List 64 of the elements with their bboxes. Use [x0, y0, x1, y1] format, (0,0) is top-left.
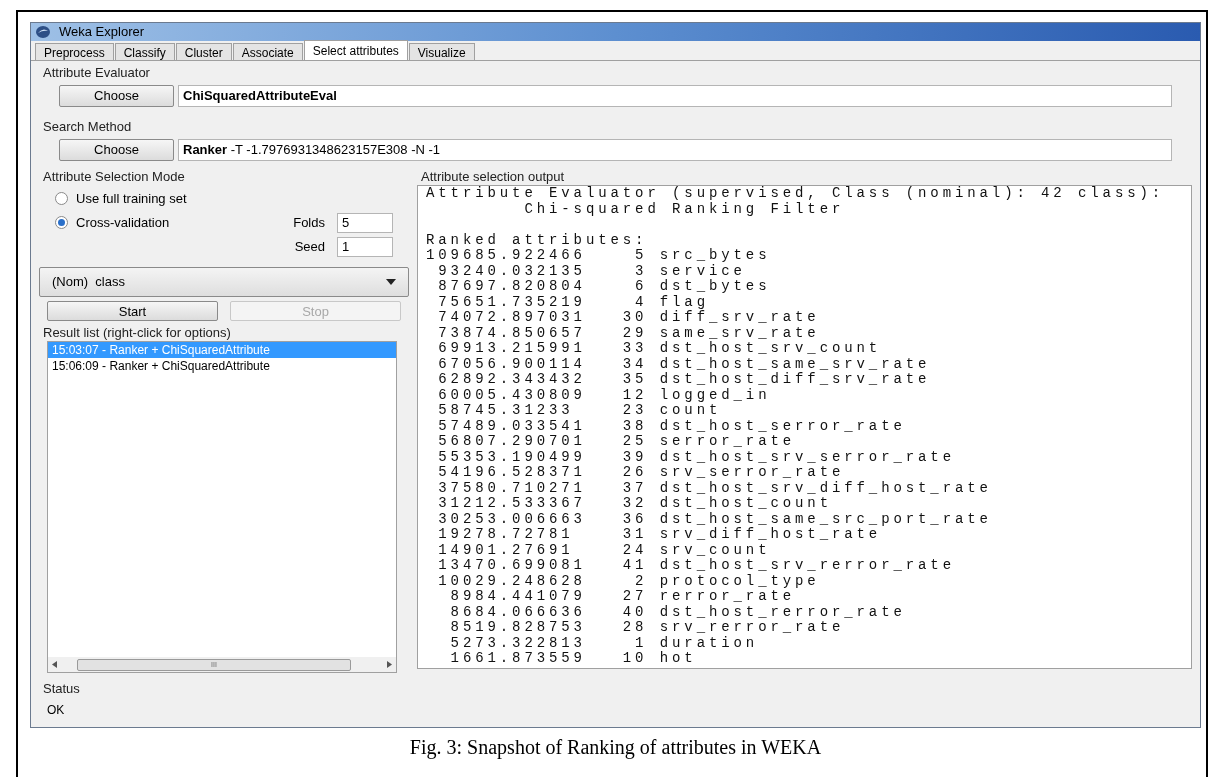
left-arrow-icon: [52, 661, 57, 668]
seed-label: Seed: [293, 237, 325, 256]
output-line: 74072.897031 30 diff_srv_rate: [437, 310, 821, 326]
output-line: 5273.322813 1 duration: [449, 635, 760, 651]
output-line: 62892.343432 35 dst_host_diff_srv_rate: [437, 372, 932, 388]
output-line: Attribute Evaluator (supervised, Class (nominal): 42 class):: [426, 186, 1166, 202]
output-line: 58745.31233 23 count: [437, 403, 723, 419]
figure-caption: Fig. 3: Snapshot of Ranking of attributes in WEKA: [408, 735, 823, 761]
output-line: Chi-squared Ranking Filter: [523, 201, 846, 217]
seed-field[interactable]: 1: [337, 236, 393, 257]
group-title: Search Method: [42, 119, 133, 135]
right-arrow-icon: [387, 661, 392, 668]
output-line: 69913.215991 33 dst_host_srv_count: [437, 341, 883, 357]
choose-button[interactable]: Choose: [59, 139, 174, 161]
output-line: 93240.032135 3 service: [437, 263, 747, 279]
status-text: OK: [46, 702, 66, 719]
output-line: 19278.72781 31 srv_diff_host_rate: [437, 527, 883, 543]
radio-button[interactable]: [55, 216, 68, 229]
output-line: 31212.533367 32 dst_host_count: [437, 496, 833, 512]
output-line: 37580.710271 37 dst_host_srv_diff_host_rate: [437, 480, 993, 496]
group-title: Attribute selection output: [420, 169, 566, 185]
radio-button[interactable]: [55, 192, 68, 206]
result-item[interactable]: 15:06:09 - Ranker + ChiSquaredAttribute: [48, 358, 396, 374]
output-line: 10029.248628 2 protocol_type: [437, 573, 821, 589]
group-title: Attribute Selection Mode: [42, 169, 186, 185]
output-line: 30253.006663 36 dst_host_same_src_port_rate: [437, 511, 993, 527]
output-line: Ranked attributes:: [426, 232, 649, 248]
radio-label: Cross-validation: [76, 213, 170, 232]
caret-icon: [386, 279, 396, 285]
output-line: 8684.066636 40 dst_host_rerror_rate: [449, 604, 907, 620]
output-line: 75651.735219 4 flag: [437, 294, 710, 310]
value-field[interactable]: Ranker -T -1.7976931348623157E308 -N -1: [178, 139, 1172, 161]
output-line: 56807.290701 25 serror_rate: [437, 434, 797, 450]
output-line: 73874.850657 29 same_srv_rate: [437, 325, 821, 341]
group-title: Result list (right-click for options): [42, 325, 232, 341]
tab[interactable]: Select attributes: [303, 40, 408, 60]
tab[interactable]: Visualize: [408, 43, 475, 60]
choose-button[interactable]: Choose: [59, 85, 174, 107]
value-field[interactable]: ChiSquaredAttributeEval: [178, 85, 1172, 107]
group-title: Status: [42, 681, 81, 697]
tab[interactable]: Cluster: [175, 43, 232, 60]
radio-label: Use full training set: [76, 190, 187, 208]
tab[interactable]: Associate: [232, 43, 303, 60]
output-line: 54196.528371 26 srv_serror_rate: [437, 465, 846, 481]
tab[interactable]: Preprocess: [35, 43, 114, 60]
bird-icon: [35, 25, 51, 39]
window-title: Weka Explorer: [59, 23, 144, 42]
output-line: 109685.922466 5 src_bytes: [426, 248, 772, 264]
output-line: 55353.190499 39 dst_host_srv_serror_rate: [437, 449, 956, 465]
tab[interactable]: Classify: [114, 43, 175, 60]
output-line: 14901.27691 24 srv_count: [437, 542, 772, 558]
group-title: Attribute Evaluator: [42, 65, 151, 81]
output-line: 57489.033541 38 dst_host_serror_rate: [437, 418, 907, 434]
start-button[interactable]: Start: [47, 301, 218, 321]
output-line: 1661.873559 10 hot: [449, 651, 698, 667]
output-line: 8984.441079 27 rerror_rate: [449, 589, 797, 605]
folds-label: Folds: [293, 213, 325, 232]
output-line: 87697.820804 6 dst_bytes: [437, 279, 772, 295]
output-line: 8519.828753 28 srv_rerror_rate: [449, 620, 846, 636]
output-line: 67056.900114 34 dst_host_same_srv_rate: [437, 356, 932, 372]
output-line: 60005.430809 12 logged_in: [437, 387, 772, 403]
folds-field[interactable]: 5: [337, 212, 393, 233]
output-line: 13470.699081 41 dst_host_srv_rerror_rate: [437, 558, 956, 574]
class-dropdown[interactable]: (Nom) class: [39, 267, 409, 297]
